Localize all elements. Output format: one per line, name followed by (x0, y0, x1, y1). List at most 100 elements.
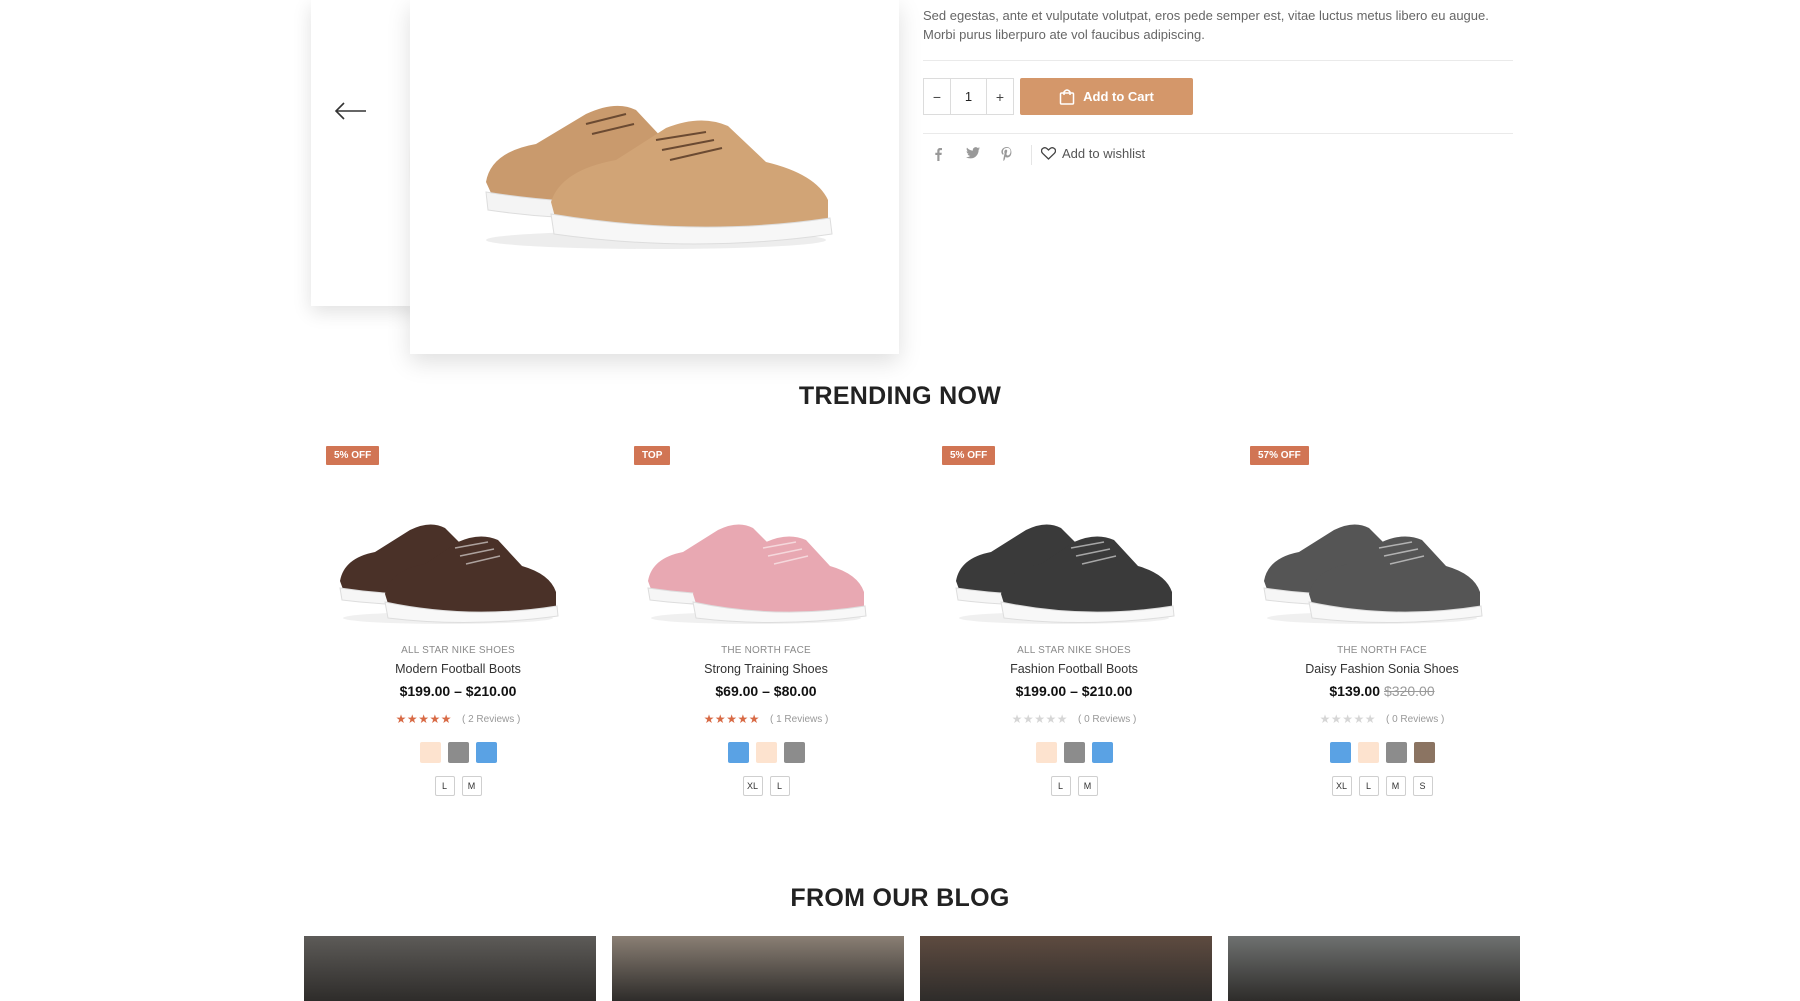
size-options: XL L M S (1242, 776, 1522, 796)
review-count[interactable]: ( 0 Reviews ) (1078, 714, 1136, 725)
gallery-thumbnail-back (311, 0, 421, 306)
color-swatch[interactable] (475, 742, 497, 763)
product-name-link[interactable]: Strong Training Shoes (626, 662, 906, 676)
product-badge: TOP (634, 446, 671, 465)
size-option[interactable]: M (1385, 776, 1406, 796)
color-swatch[interactable] (783, 742, 805, 763)
qty-increase-button[interactable]: + (987, 89, 1013, 105)
product-card[interactable]: 57% OFF THE NORTH FACE Daisy Fashion Soni… (1242, 446, 1522, 796)
product-price: $199.00 – $210.00 (934, 683, 1214, 699)
size-option[interactable]: L (434, 776, 455, 796)
add-to-wishlist-link[interactable]: Add to wishlist (1041, 146, 1145, 161)
shopping-bag-icon (1059, 89, 1075, 105)
product-brand: ALL STAR NIKE SHOES (1017, 645, 1131, 656)
color-swatch[interactable] (1063, 742, 1085, 763)
share-divider (1031, 145, 1032, 165)
star-icon: ★ (395, 712, 407, 726)
size-option[interactable]: XL (742, 776, 763, 796)
product-brand: ALL STAR NIKE SHOES (401, 645, 515, 656)
color-swatch[interactable] (755, 742, 777, 763)
product-name-link[interactable]: Fashion Football Boots (934, 662, 1214, 676)
size-option[interactable]: M (461, 776, 482, 796)
star-icon: ★ (737, 712, 749, 726)
review-count[interactable]: ( 1 Reviews ) (770, 714, 828, 725)
divider (923, 60, 1513, 61)
color-swatch[interactable] (419, 742, 441, 763)
heart-icon (1041, 147, 1056, 160)
size-option[interactable]: XL (1331, 776, 1352, 796)
review-count[interactable]: ( 0 Reviews ) (1386, 714, 1444, 725)
product-badge: 57% OFF (1250, 446, 1309, 465)
facebook-icon[interactable] (933, 147, 943, 164)
star-icon: ★ (1056, 712, 1068, 726)
product-rating: ★★★★★ ( 1 Reviews ) (626, 712, 906, 726)
description-line-1: Sed egestas, ante et vulputate volutpat,… (923, 8, 1489, 23)
product-badge: 5% OFF (942, 446, 996, 465)
product-brand: THE NORTH FACE (1337, 645, 1427, 656)
product-image[interactable] (946, 486, 1176, 626)
product-name-link[interactable]: Modern Football Boots (318, 662, 598, 676)
color-swatch[interactable] (1329, 742, 1351, 763)
add-to-cart-button[interactable]: Add to Cart (1020, 78, 1193, 115)
rating-stars-icon: ★★★★★ (704, 712, 760, 726)
pinterest-icon[interactable] (1001, 147, 1012, 164)
color-swatch[interactable] (1091, 742, 1113, 763)
review-count[interactable]: ( 2 Reviews ) (462, 714, 520, 725)
star-icon: ★ (1022, 712, 1035, 726)
star-icon: ★ (418, 712, 430, 726)
qty-decrease-button[interactable]: − (924, 89, 950, 105)
trending-section-title: TRENDING NOW (798, 382, 1002, 410)
twitter-icon[interactable] (966, 147, 980, 162)
rating-stars-icon: ★★★★★ (396, 712, 452, 726)
size-option[interactable]: L (1050, 776, 1071, 796)
add-to-cart-label: Add to Cart (1083, 89, 1154, 104)
current-price: $199.00 – $210.00 (399, 683, 517, 699)
color-swatch[interactable] (1035, 742, 1057, 763)
color-swatch[interactable] (1385, 742, 1407, 763)
product-card[interactable]: 5% OFF ALL STAR NIKE SHOES Fashion Footba… (934, 446, 1214, 796)
old-price: $320.00 (1384, 683, 1435, 699)
color-swatch[interactable] (447, 742, 469, 763)
legs-cafe-photo[interactable] (612, 936, 904, 1001)
color-swatches (626, 742, 906, 763)
wishlist-label: Add to wishlist (1062, 146, 1146, 161)
gallery-prev-arrow-icon[interactable] (334, 96, 368, 126)
star-icon: ★ (440, 712, 452, 726)
product-card[interactable]: 5% OFF ALL STAR NIKE SHOES Modern Footbal… (318, 446, 598, 796)
size-option[interactable]: S (1412, 776, 1433, 796)
boots-wood-photo[interactable] (920, 936, 1212, 1001)
size-option[interactable]: L (1358, 776, 1379, 796)
product-image[interactable] (330, 486, 560, 626)
color-swatch[interactable] (1413, 742, 1435, 763)
size-options: LM (318, 776, 598, 796)
color-swatch[interactable] (1357, 742, 1379, 763)
product-description: Sed egestas, ante et vulputate volutpat,… (923, 6, 1523, 44)
star-icon: ★ (1011, 712, 1023, 726)
neon-sneakers-photo[interactable] (1228, 936, 1520, 1001)
size-options: LM (934, 776, 1214, 796)
size-options: XL L (626, 776, 906, 796)
current-price: $139.00 (1329, 683, 1380, 699)
color-swatch[interactable] (727, 742, 749, 763)
star-icon: ★ (1034, 712, 1046, 726)
size-option[interactable]: L (769, 776, 790, 796)
divider (923, 133, 1513, 134)
product-card[interactable]: TOP THE NORTH FACE Strong Training Shoes $… (626, 446, 906, 796)
star-icon: ★ (1342, 712, 1354, 726)
quantity-stepper: − 1 + (923, 78, 1014, 115)
star-icon: ★ (1319, 712, 1331, 726)
product-name-link[interactable]: Daisy Fashion Sonia Shoes (1242, 662, 1522, 676)
color-swatches (934, 742, 1214, 763)
description-line-2: Morbi purus liberpuro ate vol faucibus a… (923, 27, 1205, 42)
product-rating: ★★★★★ ( 0 Reviews ) (934, 712, 1214, 726)
size-option[interactable]: M (1077, 776, 1098, 796)
product-image[interactable] (1254, 486, 1484, 626)
current-price: $69.00 – $80.00 (715, 683, 817, 699)
qty-value-input[interactable]: 1 (950, 79, 987, 114)
star-icon: ★ (748, 712, 760, 726)
white-sneaker-photo[interactable] (304, 936, 596, 1001)
product-image[interactable] (638, 486, 868, 626)
color-swatches (1242, 742, 1522, 763)
rating-stars-icon: ★★★★★ (1012, 712, 1068, 726)
star-icon: ★ (1364, 712, 1376, 726)
